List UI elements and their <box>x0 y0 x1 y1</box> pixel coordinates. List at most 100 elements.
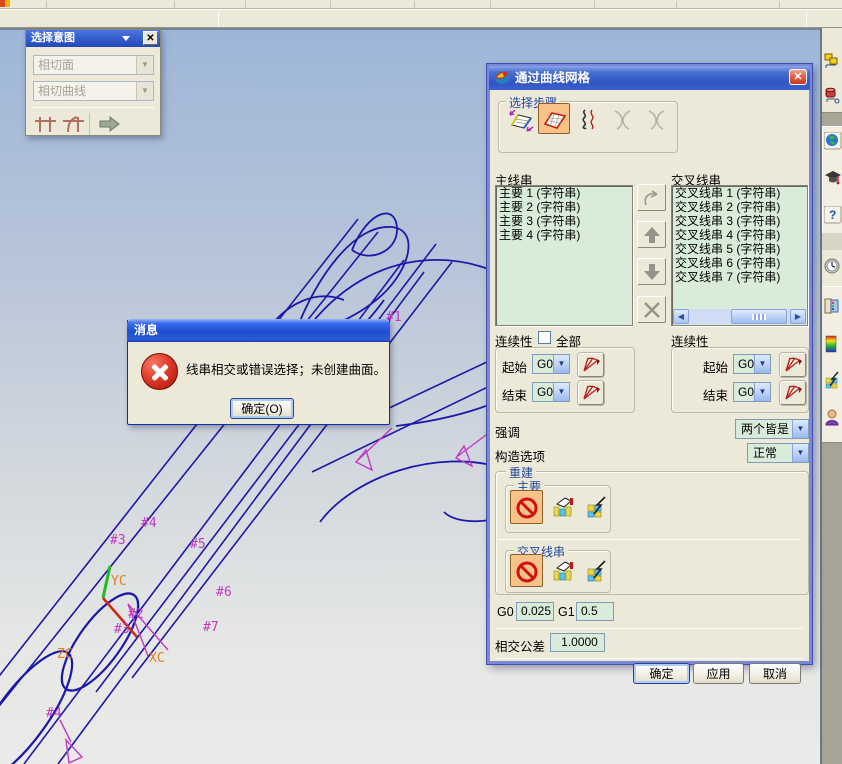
dialog-titlebar[interactable]: 通过曲线网格 ✕ <box>489 66 810 90</box>
help-icon[interactable]: ? <box>823 205 842 224</box>
right-end-combo[interactable]: G0 ▼ <box>733 382 771 402</box>
list-item[interactable]: 主要 2 (字符串) <box>496 200 632 214</box>
right-end-fan-button[interactable] <box>780 381 806 405</box>
door-icon[interactable] <box>824 297 842 315</box>
list-item[interactable]: 交叉线串 7 (字符串) <box>672 270 807 284</box>
chevron-down-icon[interactable]: ▼ <box>754 355 770 373</box>
end-label: 结束 <box>502 389 528 403</box>
ok-button[interactable]: 确定 <box>633 663 690 684</box>
chevron-down-icon[interactable]: ▼ <box>792 420 808 438</box>
rebuild-cross-advanced-button[interactable] <box>581 554 614 588</box>
list-item[interactable]: 交叉线串 4 (字符串) <box>672 228 807 242</box>
list-item[interactable]: 交叉线串 1 (字符串) <box>672 186 807 200</box>
list-item[interactable]: 交叉线串 5 (字符串) <box>672 242 807 256</box>
list-item[interactable]: 主要 1 (字符串) <box>496 186 632 200</box>
toolbar-icon-fragment-yellow <box>5 0 10 7</box>
primary-string-list[interactable]: 主要 1 (字符串) 主要 2 (字符串) 主要 3 (字符串) 主要 4 (字符串) <box>495 185 633 326</box>
chevron-down-icon[interactable]: ▼ <box>754 383 770 401</box>
chevron-down-icon[interactable]: ▼ <box>553 383 569 401</box>
curve-rule-stop-icon[interactable] <box>33 113 58 135</box>
canvas-label: #3 <box>110 533 126 548</box>
horizontal-scrollbar[interactable]: ◀ ▶ <box>673 309 806 324</box>
message-title: 消息 <box>134 323 159 337</box>
g1-field[interactable]: 0.5 <box>576 602 614 621</box>
close-icon[interactable]: ✕ <box>143 31 158 45</box>
remove-button[interactable] <box>637 296 666 323</box>
tangent-curve-value: 相切曲线 <box>38 84 87 98</box>
sidebar-separator <box>822 112 842 127</box>
g0-field[interactable]: 0.025 <box>516 602 554 621</box>
construction-dropdown[interactable]: 正常 ▼ <box>747 443 809 463</box>
list-item[interactable]: 主要 3 (字符串) <box>496 214 632 228</box>
canvas-label: #5 <box>190 537 206 552</box>
sidebar-separator <box>822 233 842 250</box>
message-ok-button[interactable]: 确定(O) <box>230 398 294 419</box>
continuity-all-checkbox[interactable] <box>538 331 551 344</box>
message-body: 线串相交或错误选择；未创建曲面。 确定(O) <box>128 342 389 423</box>
divider <box>32 107 154 108</box>
cylinder-icon[interactable] <box>824 86 842 104</box>
reverse-direction-button[interactable] <box>637 184 666 211</box>
clock-icon[interactable] <box>824 257 842 275</box>
left-end-combo[interactable]: G0 ▼ <box>532 382 570 402</box>
list-item[interactable]: 交叉线串 2 (字符串) <box>672 200 807 214</box>
move-up-button[interactable] <box>637 221 666 248</box>
message-titlebar[interactable]: 消息 <box>127 319 390 342</box>
curve-rule-tangent-icon[interactable] <box>61 113 86 135</box>
blocks-icon[interactable] <box>824 52 842 70</box>
tangent-face-combo: 相切面 ▼ <box>33 55 154 75</box>
end-label-right: 结束 <box>703 389 729 403</box>
step-spine-button[interactable] <box>572 103 604 134</box>
list-item[interactable]: 主要 4 (字符串) <box>496 228 632 242</box>
rainbow-icon[interactable] <box>824 335 842 353</box>
application-window: #1 #4 #3 #5 #6 #2 #3 #7 #4 YC ZC XC ? 选择意图 ✕ 相切面 ▼ … <box>0 0 842 764</box>
cancel-button[interactable]: 取消 <box>749 663 801 684</box>
canvas-label: #7 <box>203 620 219 635</box>
scroll-left-arrow[interactable]: ◀ <box>673 309 689 324</box>
close-icon[interactable]: ✕ <box>789 69 807 85</box>
rebuild-primary-advanced-button[interactable] <box>581 490 614 524</box>
blocks-lightning-icon[interactable] <box>824 371 842 389</box>
combo-value: G0 <box>738 357 755 371</box>
globe-icon[interactable] <box>823 131 842 150</box>
list-item[interactable]: 交叉线串 6 (字符串) <box>672 256 807 270</box>
rebuild-cross-none-button[interactable] <box>510 554 543 587</box>
left-start-combo[interactable]: G0 ▼ <box>532 354 570 374</box>
right-start-combo[interactable]: G0 ▼ <box>733 354 771 374</box>
tolerance-field[interactable]: 1.0000 <box>550 633 605 652</box>
graduation-cap-icon[interactable] <box>824 168 842 186</box>
list-item[interactable]: 交叉线串 3 (字符串) <box>672 214 807 228</box>
dropdown-value: 正常 <box>753 446 778 460</box>
rebuild-primary-manual-button[interactable] <box>547 490 580 524</box>
right-start-fan-button[interactable] <box>780 353 806 377</box>
canvas-label: XC <box>149 651 165 666</box>
right-toolbar: ? <box>822 28 842 764</box>
forward-arrow-icon[interactable] <box>98 113 123 135</box>
tangent-face-value: 相切面 <box>38 58 75 72</box>
rebuild-primary-none-button[interactable] <box>510 490 543 524</box>
selection-intent-titlebar[interactable]: 选择意图 ✕ <box>26 30 160 47</box>
chevron-down-icon[interactable]: ▼ <box>792 444 808 462</box>
person-icon[interactable] <box>824 408 842 426</box>
emphasis-dropdown[interactable]: 两个皆是 ▼ <box>735 419 809 439</box>
rebuild-cross-manual-button[interactable] <box>547 554 580 588</box>
rebuild-divider <box>498 539 801 540</box>
start-fan-button[interactable] <box>578 353 604 377</box>
scroll-right-arrow[interactable]: ▶ <box>790 309 806 324</box>
end-fan-button[interactable] <box>578 381 604 405</box>
chevron-down-icon[interactable]: ▼ <box>553 355 569 373</box>
step-primary-curves-button[interactable] <box>504 103 536 134</box>
tolerance-label: 相交公差 <box>495 640 546 654</box>
through-curve-mesh-dialog: 通过曲线网格 ✕ 选择步骤 主线串 交叉线串 主要 1 (字符串) 主要 2 (… <box>487 64 812 684</box>
message-text: 线串相交或错误选择；未创建曲面。 <box>186 363 387 377</box>
scrollbar-thumb[interactable] <box>731 309 787 324</box>
construction-label: 构造选项 <box>495 450 546 464</box>
canvas-label: YC <box>111 574 127 589</box>
cross-string-list[interactable]: 交叉线串 1 (字符串) ◀ ▶ 交叉线串 2 (字符串) 交叉线串 3 (字符串… <box>671 185 808 326</box>
apply-button[interactable]: 应用 <box>693 663 744 684</box>
step-cross-curves-button[interactable] <box>538 103 570 134</box>
move-down-button[interactable] <box>637 258 666 285</box>
message-dialog: 消息 线串相交或错误选择；未创建曲面。 确定(O) <box>127 319 390 425</box>
toolbar-row <box>0 9 842 28</box>
chevron-down-icon[interactable] <box>122 36 130 41</box>
